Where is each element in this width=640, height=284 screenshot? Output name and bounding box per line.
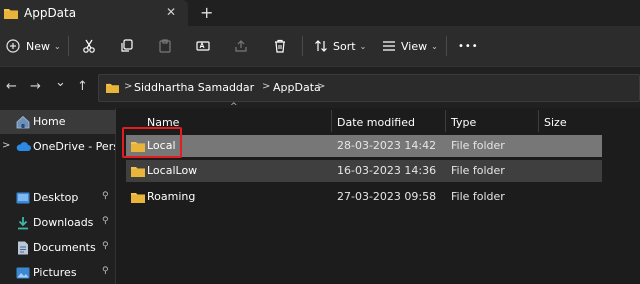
sort-label: Sort: [333, 39, 356, 53]
recent-locations-icon[interactable]: ⌄: [55, 75, 66, 90]
sidebar-item-pictures[interactable]: Pictures ⚲: [0, 261, 116, 284]
file-date-modified: 28-03-2023 14:42: [337, 139, 437, 152]
divider: [68, 36, 69, 56]
sort-button[interactable]: Sort ⌄: [314, 26, 366, 66]
view-button[interactable]: View ⌄: [382, 26, 438, 66]
table-row[interactable]: Roaming 27-03-2023 09:58 File folder: [126, 186, 602, 208]
chevron-down-icon: ⌄: [359, 41, 367, 51]
pin-icon[interactable]: ⚲: [102, 191, 109, 201]
sort-icon: [314, 39, 328, 53]
file-type: File folder: [451, 164, 505, 177]
breadcrumb-separator: >: [317, 81, 326, 92]
folder-icon: [106, 82, 119, 96]
breadcrumb-item-appdata[interactable]: AppData: [273, 81, 321, 94]
divider: [446, 36, 447, 56]
pin-icon[interactable]: ⚲: [102, 216, 109, 226]
table-row[interactable]: LocalLow 16-03-2023 14:36 File folder: [126, 160, 602, 182]
sidebar-item-label: Documents: [33, 241, 96, 254]
home-icon: [16, 115, 30, 132]
sidebar-item-desktop[interactable]: Desktop ⚲: [0, 186, 116, 210]
file-name: LocalLow: [147, 164, 198, 177]
sort-indicator: ^: [230, 102, 238, 112]
rename-icon: [196, 39, 210, 53]
sidebar-item-documents[interactable]: Documents ⚲: [0, 236, 116, 260]
sidebar-item-label: Downloads: [33, 216, 94, 229]
address-bar[interactable]: > Siddhartha Samaddar > AppData >: [98, 74, 640, 102]
chevron-down-icon: ⌄: [54, 41, 61, 51]
file-type: File folder: [451, 190, 505, 203]
column-divider[interactable]: [331, 110, 332, 132]
divider: [302, 36, 303, 56]
column-header-size[interactable]: Size: [544, 116, 567, 129]
sidebar-item-onedrive[interactable]: > OneDrive - Persona: [0, 135, 116, 159]
share-button[interactable]: [234, 26, 248, 66]
cloud-icon: [16, 141, 31, 155]
new-button[interactable]: New ⌄: [6, 26, 61, 66]
sidebar-item-label: Pictures: [33, 266, 77, 279]
back-icon[interactable]: ←: [6, 79, 17, 94]
copy-icon: [120, 39, 134, 53]
desktop-icon: [16, 192, 30, 207]
sidebar-item-label: OneDrive - Persona: [33, 140, 115, 153]
sidebar-item-label: Home: [33, 115, 66, 128]
rename-button[interactable]: [196, 26, 210, 66]
pin-icon[interactable]: ⚲: [102, 241, 109, 251]
download-icon: [16, 216, 30, 233]
plus-circle-icon: [6, 39, 20, 53]
view-icon: [382, 39, 396, 53]
cut-icon: [82, 39, 96, 53]
column-header-type[interactable]: Type: [451, 116, 476, 129]
chevron-right-icon[interactable]: >: [2, 140, 10, 151]
table-row[interactable]: Local 28-03-2023 14:42 File folder: [126, 135, 602, 157]
breadcrumb-separator: >: [124, 81, 133, 92]
more-options-button[interactable]: •••: [458, 26, 479, 66]
paste-icon: [158, 39, 172, 53]
column-header-date-modified[interactable]: Date modified: [337, 116, 415, 129]
file-type: File folder: [451, 139, 505, 152]
folder-icon: [131, 191, 145, 206]
document-icon: [17, 241, 29, 258]
new-label: New: [26, 39, 50, 53]
command-bar: New ⌄ Sort ⌄ View ⌄ •••: [0, 26, 640, 66]
file-name: Roaming: [147, 190, 196, 203]
share-icon: [234, 39, 248, 53]
file-list: ^ Name Date modified Type Size Local 28-…: [117, 102, 640, 284]
new-tab-button[interactable]: +: [200, 3, 213, 22]
tab-title: AppData: [24, 6, 77, 20]
file-date-modified: 16-03-2023 14:36: [337, 164, 437, 177]
sidebar-item-downloads[interactable]: Downloads ⚲: [0, 211, 116, 235]
close-tab-icon[interactable]: ✕: [166, 5, 176, 19]
paste-button[interactable]: [158, 26, 172, 66]
pin-icon[interactable]: ⚲: [102, 266, 109, 276]
delete-icon: [273, 39, 287, 53]
navigation-pane: Home > OneDrive - Persona Desktop ⚲ Down…: [0, 108, 116, 284]
copy-button[interactable]: [120, 26, 134, 66]
sidebar-item-home[interactable]: Home: [0, 110, 116, 134]
tab-appdata[interactable]: AppData ✕: [0, 0, 188, 26]
up-icon[interactable]: ↑: [77, 79, 88, 94]
breadcrumb-item-user[interactable]: Siddhartha Samaddar: [134, 81, 254, 94]
title-bar: AppData ✕ +: [0, 0, 640, 26]
view-label: View: [401, 39, 428, 53]
breadcrumb-separator: >: [262, 81, 271, 92]
column-divider[interactable]: [445, 110, 446, 132]
file-date-modified: 27-03-2023 09:58: [337, 190, 437, 203]
chevron-down-icon: ⌄: [431, 41, 438, 51]
folder-icon: [131, 165, 145, 180]
delete-button[interactable]: [273, 26, 287, 66]
folder-icon: [4, 7, 18, 22]
column-divider[interactable]: [538, 110, 539, 132]
highlight-annotation: [122, 127, 182, 158]
picture-icon: [16, 267, 30, 282]
cut-button[interactable]: [82, 26, 96, 66]
sidebar-item-label: Desktop: [33, 191, 79, 204]
forward-icon[interactable]: →: [30, 79, 41, 94]
